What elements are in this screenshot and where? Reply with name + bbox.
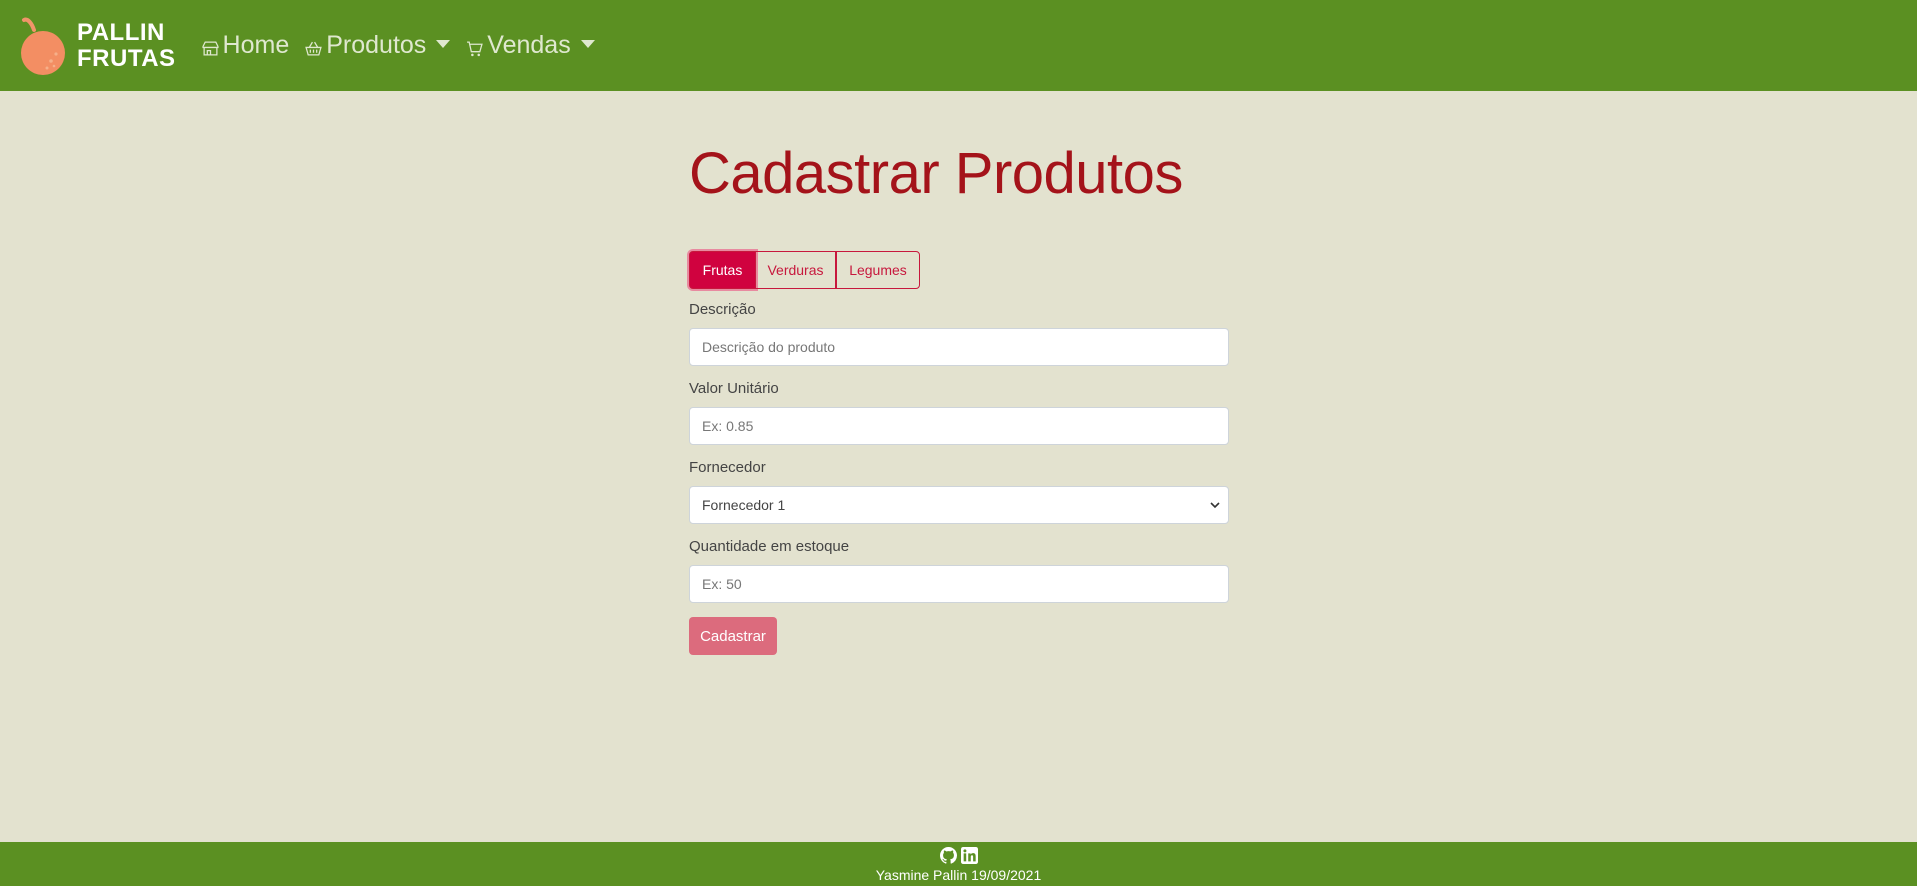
quantidade-placeholder: Ex: 50	[702, 576, 742, 592]
nav-vendas[interactable]: Vendas	[466, 31, 595, 60]
category-frutas-button[interactable]: Frutas	[689, 251, 756, 289]
page-title: Cadastrar Produtos	[689, 141, 1183, 206]
valor-placeholder: Ex: 0.85	[702, 418, 754, 434]
quantidade-label: Quantidade em estoque	[689, 538, 850, 555]
nav-produtos-label: Produtos	[326, 31, 427, 59]
valor-input[interactable]: Ex: 0.85	[689, 407, 1229, 445]
brand-name: PALLIN FRUTAS	[77, 18, 176, 72]
chevron-down-icon	[1210, 502, 1220, 509]
nav-home[interactable]: Home	[201, 31, 290, 60]
footer-credit: Yasmine Pallin 19/09/2021	[875, 867, 1042, 883]
cart-icon	[467, 41, 484, 57]
valor-label: Valor Unitário	[689, 380, 779, 397]
fornecedor-label: Fornecedor	[689, 459, 766, 476]
basket-icon	[305, 41, 323, 56]
chevron-down-icon	[436, 39, 451, 48]
brand-line-1: PALLIN	[77, 18, 165, 46]
category-legumes-button[interactable]: Legumes	[836, 251, 920, 289]
nav-vendas-label: Vendas	[487, 31, 571, 59]
orange-fruit-logo	[18, 16, 66, 76]
chevron-down-icon	[580, 39, 595, 48]
footer: Yasmine Pallin 19/09/2021	[0, 842, 1917, 886]
brand-line-2: FRUTAS	[77, 44, 176, 72]
descricao-placeholder: Descrição do produto	[702, 339, 836, 355]
cadastrar-button[interactable]: Cadastrar	[689, 617, 777, 655]
linkedin-icon[interactable]	[960, 847, 978, 864]
fornecedor-selected-value: Fornecedor 1	[702, 497, 786, 513]
category-verduras-button[interactable]: Verduras	[756, 251, 836, 289]
descricao-input[interactable]: Descrição do produto	[689, 328, 1229, 366]
footer-icons	[939, 847, 978, 864]
descricao-label: Descrição	[689, 301, 756, 318]
brand[interactable]: PALLIN FRUTAS	[18, 16, 176, 76]
shop-icon	[201, 41, 219, 56]
nav-home-label: Home	[222, 31, 290, 59]
fornecedor-select[interactable]: Fornecedor 1	[689, 486, 1229, 524]
navbar: PALLIN FRUTAS Home Produtos Vendas	[0, 0, 1917, 91]
nav-links: Home Produtos Vendas	[201, 31, 611, 60]
main-content: Cadastrar Produtos Frutas Verduras Legum…	[689, 140, 1229, 655]
valor-group: Valor Unitário Ex: 0.85	[689, 380, 1229, 445]
quantidade-group: Quantidade em estoque Ex: 50	[689, 538, 1229, 603]
descricao-group: Descrição Descrição do produto	[689, 301, 1229, 366]
quantidade-input[interactable]: Ex: 50	[689, 565, 1229, 603]
github-icon[interactable]	[939, 847, 957, 864]
nav-produtos[interactable]: Produtos	[305, 31, 451, 60]
category-toggle-group: Frutas Verduras Legumes	[689, 251, 920, 289]
fornecedor-group: Fornecedor Fornecedor 1	[689, 459, 1229, 524]
